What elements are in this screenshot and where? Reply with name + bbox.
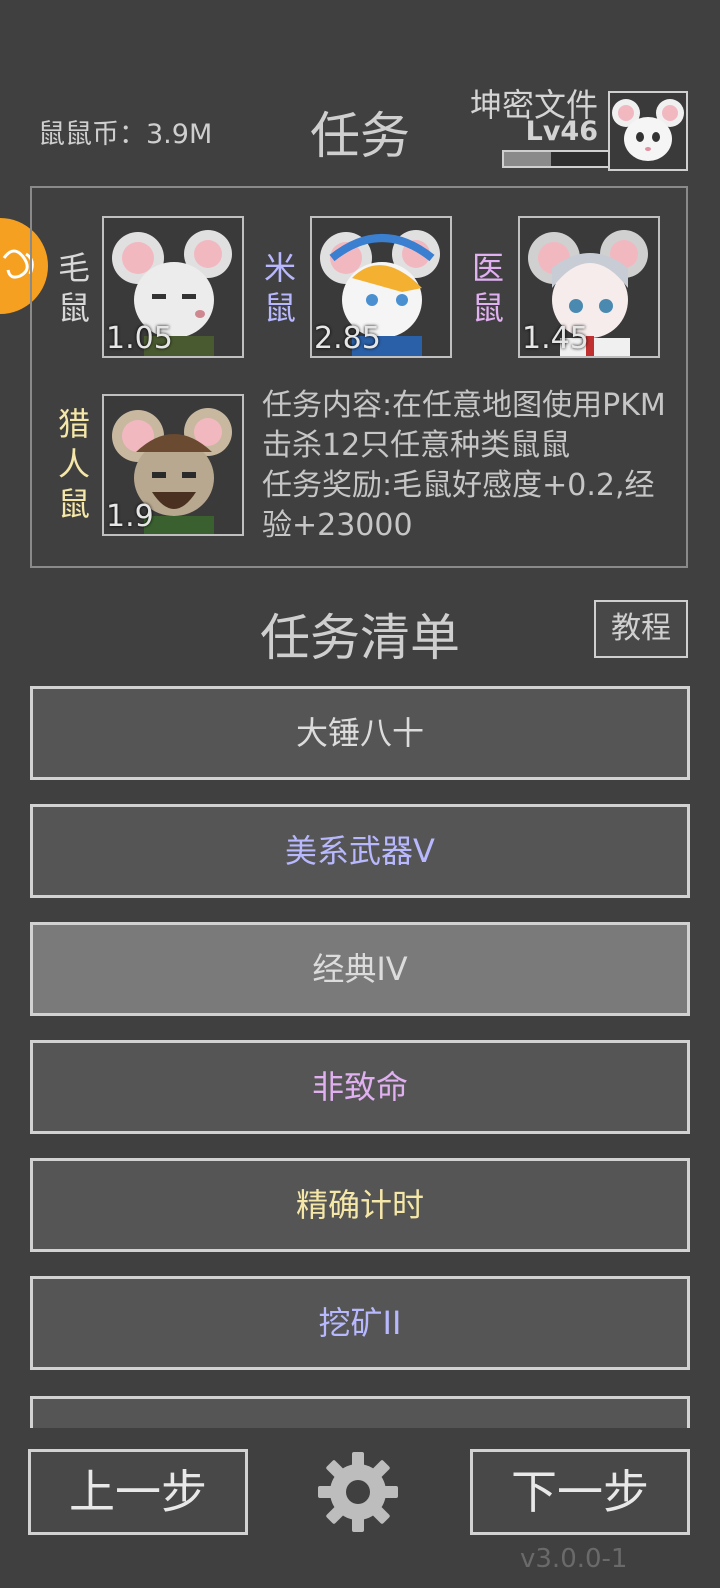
mouse-value-1: 1.05 bbox=[106, 321, 173, 356]
mouse-value-2: 2.85 bbox=[314, 321, 381, 356]
mouse-value-3: 1.45 bbox=[522, 321, 589, 356]
tutorial-button[interactable]: 教程 bbox=[594, 600, 688, 658]
mission-item-label: 挖矿II bbox=[318, 1304, 402, 1342]
mission-item-label: 非致命 bbox=[311, 1068, 408, 1106]
next-step-button[interactable]: 下一步 bbox=[470, 1449, 690, 1535]
white-mouse-avatar-icon bbox=[612, 99, 684, 161]
mission-reward: 任务奖励:毛鼠好感度+0.2,经验+23000 bbox=[262, 468, 655, 543]
version-label: v3.0.0-1 bbox=[520, 1544, 628, 1574]
prev-step-button[interactable]: 上一步 bbox=[28, 1449, 248, 1535]
mouse-name-2: 米鼠 bbox=[263, 249, 296, 327]
mouse-portrait-1[interactable]: 1.05 bbox=[102, 216, 244, 358]
xp-progress-bar bbox=[502, 150, 610, 168]
mouse-name-4: 猎人鼠 bbox=[57, 405, 90, 523]
mission-item-partial[interactable] bbox=[30, 1396, 690, 1428]
mission-item-3[interactable]: 经典IV bbox=[30, 922, 690, 1016]
mission-item-label: 精确计时 bbox=[295, 1186, 424, 1224]
mission-item-6[interactable]: 挖矿II bbox=[30, 1276, 690, 1370]
gear-icon bbox=[318, 1452, 398, 1532]
mission-description: 任务内容:在任意地图使用PKM击杀12只任意种类鼠鼠 任务奖励:毛鼠好感度+0.… bbox=[262, 386, 682, 546]
mouse-value-4: 1.9 bbox=[106, 499, 154, 534]
mission-item-4[interactable]: 非致命 bbox=[30, 1040, 690, 1134]
player-level: Lv46 bbox=[525, 116, 598, 147]
mission-item-label: 经典IV bbox=[312, 950, 408, 988]
player-avatar[interactable] bbox=[608, 91, 688, 171]
mouse-portrait-4[interactable]: 1.9 bbox=[102, 394, 244, 536]
mouse-portrait-2[interactable]: 2.85 bbox=[310, 216, 452, 358]
settings-button[interactable] bbox=[316, 1450, 400, 1534]
mission-item-1[interactable]: 大锤八十 bbox=[30, 686, 690, 780]
mission-item-5[interactable]: 精确计时 bbox=[30, 1158, 690, 1252]
xp-progress-fill bbox=[504, 152, 551, 166]
mission-content: 任务内容:在任意地图使用PKM击杀12只任意种类鼠鼠 bbox=[262, 388, 666, 463]
mouse-name-1: 毛鼠 bbox=[57, 249, 90, 327]
mouse-portrait-3[interactable]: 1.45 bbox=[518, 216, 660, 358]
mission-item-2[interactable]: 美系武器V bbox=[30, 804, 690, 898]
mission-item-label: 美系武器V bbox=[285, 832, 435, 870]
mission-item-label: 大锤八十 bbox=[295, 714, 424, 752]
mouse-name-3: 医鼠 bbox=[471, 249, 504, 327]
